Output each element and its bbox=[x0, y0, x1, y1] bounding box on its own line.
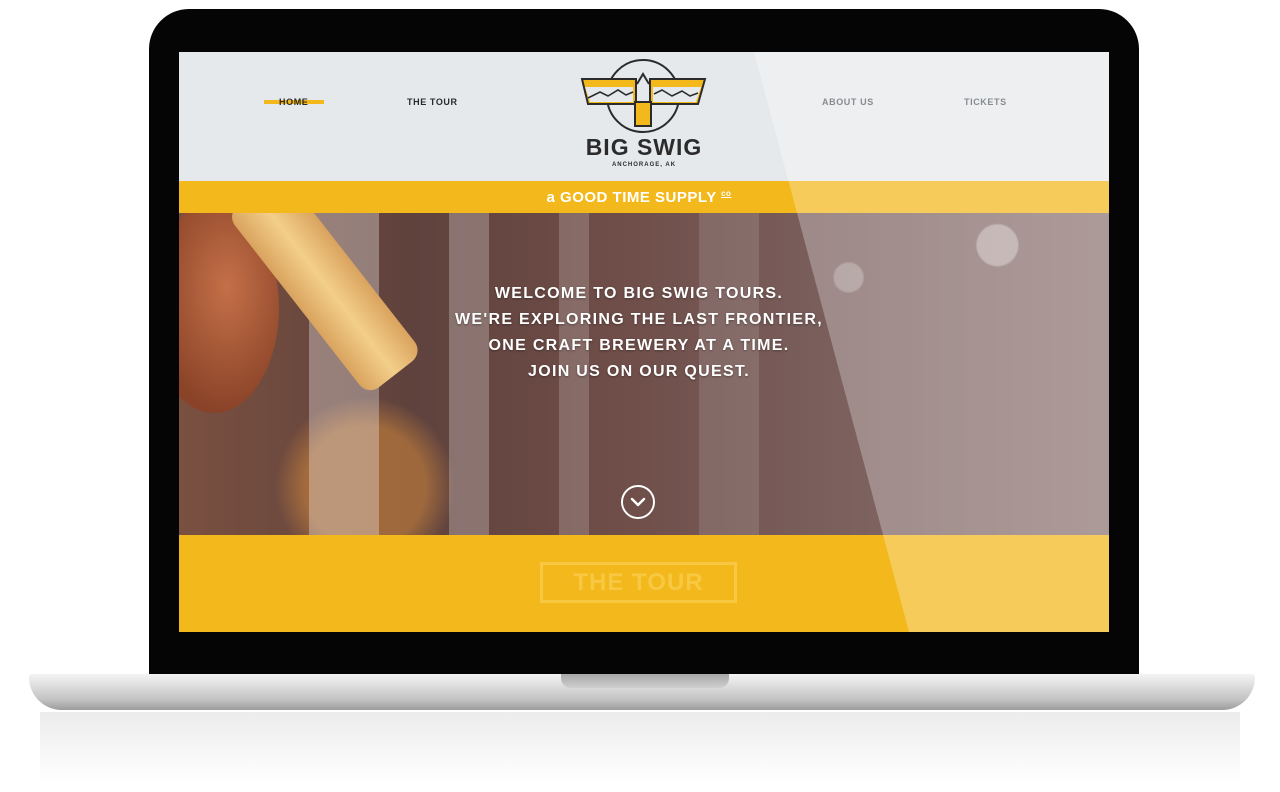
website-screen: HOME THE TOUR ABOUT US TICKETS BIG SWIG … bbox=[179, 52, 1109, 632]
scroll-down-button[interactable] bbox=[621, 485, 655, 519]
logo-emblem-icon bbox=[580, 59, 707, 133]
laptop-notch bbox=[561, 674, 729, 688]
brand-logo[interactable]: BIG SWIG ANCHORAGE, AK bbox=[574, 52, 714, 181]
tagline-bar: a GOOD TIME SUPPLY co bbox=[179, 181, 1109, 213]
laptop-reflection bbox=[40, 712, 1240, 782]
logo-subtitle: ANCHORAGE, AK bbox=[611, 162, 677, 168]
nav-home[interactable]: HOME bbox=[279, 97, 308, 107]
hero-section: WELCOME TO BIG SWIG TOURS. WE'RE EXPLORI… bbox=[179, 213, 1109, 535]
hero-line: ONE CRAFT BREWERY AT A TIME. bbox=[488, 337, 790, 354]
tagline-text: a GOOD TIME SUPPLY bbox=[546, 189, 717, 206]
site-header: HOME THE TOUR ABOUT US TICKETS BIG SWIG … bbox=[179, 52, 1109, 181]
hero-line: JOIN US ON OUR QUEST. bbox=[528, 363, 750, 380]
tour-section: THE TOUR bbox=[179, 535, 1109, 632]
nav-tickets[interactable]: TICKETS bbox=[964, 97, 1007, 107]
the-tour-button[interactable]: THE TOUR bbox=[540, 562, 737, 603]
hero-line: WELCOME TO BIG SWIG TOURS. bbox=[494, 285, 784, 302]
nav-the-tour[interactable]: THE TOUR bbox=[407, 97, 458, 107]
tagline: a GOOD TIME SUPPLY co bbox=[179, 189, 1099, 206]
nav-about-us[interactable]: ABOUT US bbox=[822, 97, 874, 107]
tagline-suffix: co bbox=[721, 189, 732, 198]
chevron-down-icon bbox=[630, 497, 646, 507]
hero-line: WE'RE EXPLORING THE LAST FRONTIER, bbox=[454, 311, 823, 328]
hero-headline: WELCOME TO BIG SWIG TOURS. WE'RE EXPLORI… bbox=[179, 281, 1099, 385]
logo-title: BIG SWIG bbox=[585, 134, 703, 160]
